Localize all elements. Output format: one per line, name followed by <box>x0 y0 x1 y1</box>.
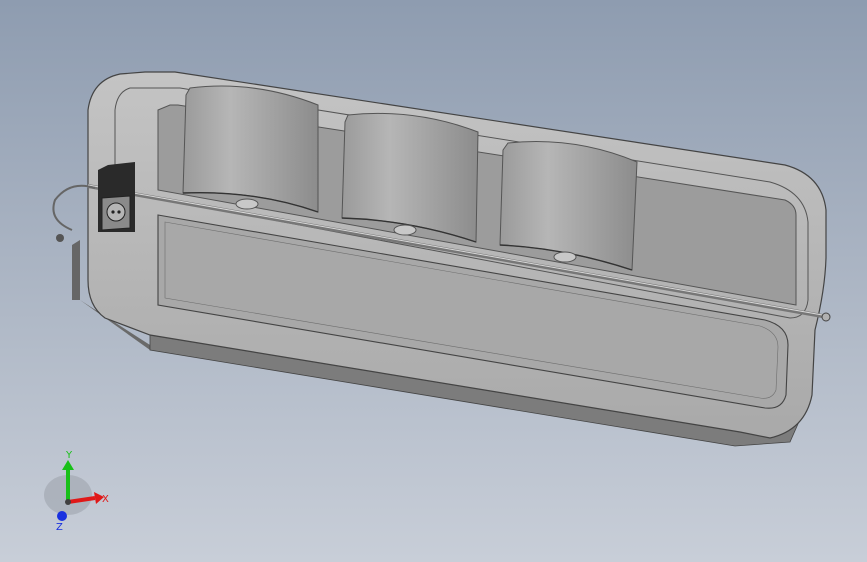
cad-model[interactable] <box>0 0 867 562</box>
x-axis-label: X <box>102 494 109 505</box>
z-axis-label: Z <box>56 522 63 533</box>
connector-panel[interactable] <box>98 162 135 232</box>
roller-hub-3 <box>553 251 577 263</box>
shaft-end-cap <box>821 312 831 322</box>
graphics-viewport[interactable]: Y X Z <box>0 0 867 562</box>
roller-hub-1 <box>235 198 259 210</box>
y-axis-arrow <box>62 460 74 470</box>
roller-1[interactable] <box>182 85 319 213</box>
z-axis-dot <box>57 511 67 521</box>
y-axis-label: Y <box>65 450 73 461</box>
handle-knob <box>56 234 64 242</box>
orientation-triad[interactable]: Y X Z <box>40 450 130 540</box>
side-bracket <box>72 240 80 300</box>
roller-hub-2 <box>393 224 417 236</box>
